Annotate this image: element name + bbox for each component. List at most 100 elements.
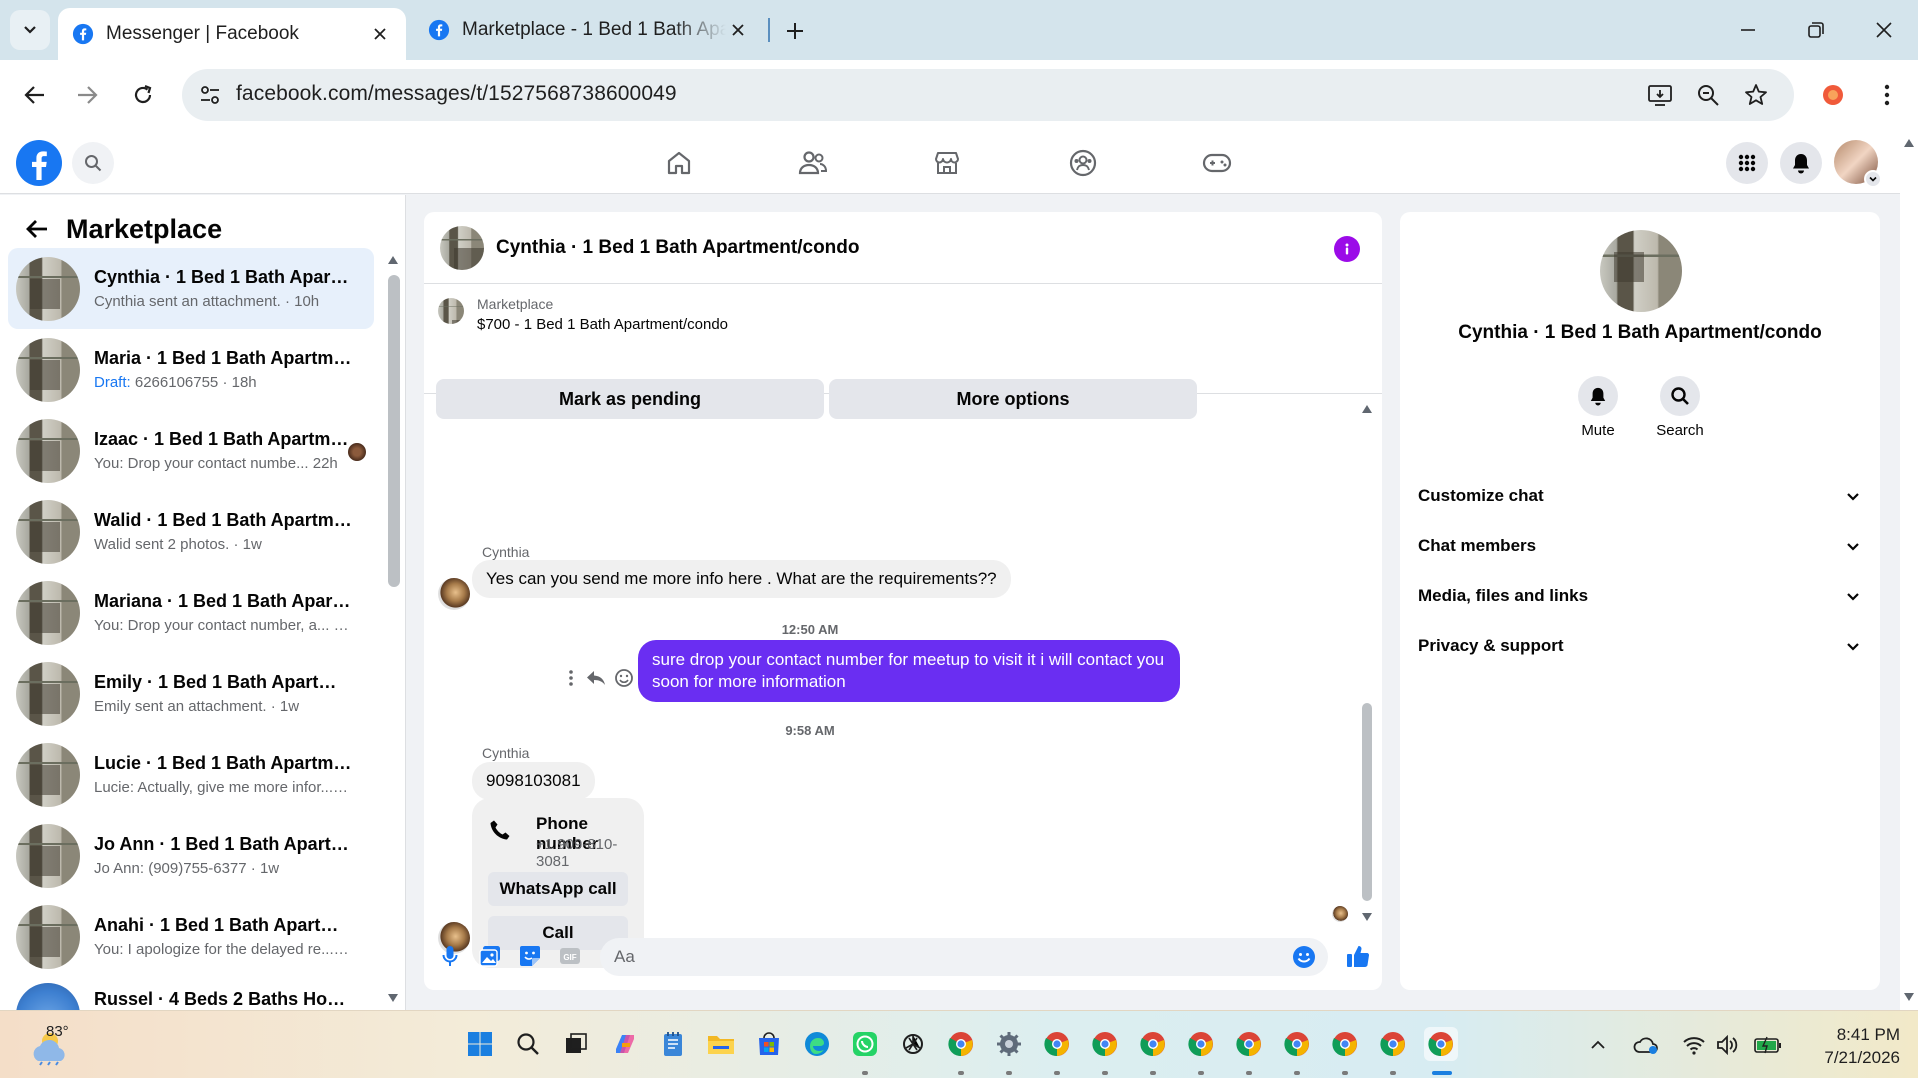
incoming-message[interactable]: 9098103081 [472, 762, 595, 800]
incoming-message[interactable]: Yes can you send me more info here . Wha… [472, 560, 1011, 598]
nav-friends[interactable] [758, 138, 868, 188]
chrome-icon-active[interactable] [1424, 1027, 1458, 1061]
conversation-info-button[interactable] [1334, 236, 1360, 262]
show-hidden-icons-chevron-up-icon[interactable] [1584, 1031, 1612, 1059]
battery-charging-icon[interactable] [1754, 1031, 1782, 1059]
conversation-item[interactable]: Russel · 4 Beds 2 Baths House [8, 977, 374, 1010]
info-avatar[interactable] [1600, 230, 1682, 312]
whatsapp-call-button[interactable]: WhatsApp call [488, 872, 628, 906]
nav-gaming[interactable] [1162, 138, 1272, 188]
customize-chat-section[interactable]: Customize chat [1400, 472, 1880, 520]
conversation-item[interactable]: Jo Ann · 1 Bed 1 Bath Apartmen... Jo Ann… [8, 815, 374, 896]
react-emoji-icon[interactable] [612, 666, 636, 690]
mute-action[interactable]: Mute [1558, 376, 1638, 439]
conversation-item[interactable]: Emily · 1 Bed 1 Bath Apartment/... Emily… [8, 653, 374, 734]
chatgpt-icon[interactable] [896, 1027, 930, 1061]
sidebar-scrollbar-thumb[interactable] [388, 275, 400, 587]
listing-title[interactable]: $700 - 1 Bed 1 Bath Apartment/condo [477, 316, 728, 333]
restore-button[interactable] [1786, 10, 1846, 50]
chat-scrollbar-thumb[interactable] [1362, 703, 1372, 901]
notifications-button[interactable] [1780, 142, 1822, 184]
onedrive-icon[interactable] [1632, 1031, 1660, 1059]
back-button[interactable] [14, 74, 56, 116]
account-dropdown-icon[interactable] [1864, 170, 1882, 188]
chrome-icon[interactable] [1088, 1027, 1122, 1061]
search-action[interactable]: Search [1640, 376, 1720, 439]
whatsapp-icon[interactable] [848, 1027, 882, 1061]
nav-home[interactable] [624, 138, 734, 188]
reload-button[interactable] [122, 74, 164, 116]
start-windows-icon[interactable] [463, 1027, 497, 1061]
microsoft-store-icon[interactable] [752, 1027, 786, 1061]
wifi-icon[interactable] [1680, 1031, 1708, 1059]
facebook-logo-icon[interactable] [16, 140, 62, 186]
zoom-icon[interactable] [1694, 81, 1722, 109]
back-arrow-icon[interactable] [22, 214, 52, 244]
chat-scroll-down[interactable] [1360, 910, 1374, 924]
chrome-icon[interactable] [1136, 1027, 1170, 1061]
conversation-item[interactable]: Anahi · 1 Bed 1 Bath Apartment... You: I… [8, 896, 374, 977]
system-clock[interactable]: 8:41 PM 7/21/2026 [1800, 1023, 1900, 1069]
conversation-item[interactable]: Lucie · 1 Bed 1 Bath Apartment/... Lucie… [8, 734, 374, 815]
forward-button[interactable] [66, 74, 108, 116]
settings-gear-icon[interactable] [992, 1027, 1026, 1061]
nav-groups[interactable] [1028, 138, 1138, 188]
chat-members-section[interactable]: Chat members [1400, 522, 1880, 570]
tab-search-button[interactable] [10, 10, 50, 50]
gif-icon[interactable]: GIF [556, 942, 584, 970]
chrome-icon[interactable] [1040, 1027, 1074, 1061]
emoji-picker-icon[interactable] [1290, 943, 1318, 971]
mute-button[interactable] [1578, 376, 1618, 416]
page-scrollbar[interactable] [1900, 130, 1918, 1010]
bookmark-star-icon[interactable] [1742, 81, 1770, 109]
nav-marketplace[interactable] [892, 138, 1002, 188]
chrome-icon[interactable] [1232, 1027, 1266, 1061]
chat-header-name[interactable]: Cynthia · 1 Bed 1 Bath Apartment/condo [496, 237, 860, 259]
file-explorer-icon[interactable] [704, 1027, 738, 1061]
menu-button[interactable] [1726, 142, 1768, 184]
chrome-icon[interactable] [1184, 1027, 1218, 1061]
install-app-icon[interactable] [1646, 81, 1674, 109]
message-input[interactable] [614, 938, 1274, 976]
conversation-item[interactable]: Mariana · 1 Bed 1 Bath Apartme... You: D… [8, 572, 374, 653]
search-in-conversation-button[interactable] [1660, 376, 1700, 416]
listing-thumbnail[interactable] [438, 298, 464, 324]
conversation-item[interactable]: Izaac · 1 Bed 1 Bath Apartme... You: Dro… [8, 410, 374, 491]
task-view-icon[interactable] [559, 1027, 593, 1061]
new-tab-button[interactable] [778, 14, 812, 48]
site-settings-icon[interactable] [196, 81, 224, 109]
media-files-links-section[interactable]: Media, files and links [1400, 572, 1880, 620]
chrome-icon[interactable] [944, 1027, 978, 1061]
extension-icon[interactable] [1818, 80, 1848, 110]
chrome-icon[interactable] [1328, 1027, 1362, 1061]
message-more-icon[interactable] [559, 666, 583, 690]
chrome-icon[interactable] [1376, 1027, 1410, 1061]
sidebar-scroll-up[interactable] [386, 253, 400, 267]
page-scroll-down[interactable] [1902, 990, 1916, 1004]
conversation-item[interactable]: Maria · 1 Bed 1 Bath Apartment... Draft:… [8, 329, 374, 410]
taskbar-search-icon[interactable] [511, 1027, 545, 1061]
tab-marketplace[interactable]: Marketplace - 1 Bed 1 Bath Apartment/con… [414, 8, 764, 52]
facebook-search-button[interactable] [72, 142, 114, 184]
page-scroll-up[interactable] [1902, 136, 1916, 150]
copilot-icon[interactable] [608, 1027, 642, 1061]
tab-messenger[interactable]: Messenger | Facebook [58, 8, 406, 60]
notepad-icon[interactable] [656, 1027, 690, 1061]
tab-close-icon[interactable] [368, 22, 392, 46]
sticker-icon[interactable] [516, 942, 544, 970]
privacy-support-section[interactable]: Privacy & support [1400, 622, 1880, 670]
chat-scroll-up[interactable] [1360, 402, 1374, 416]
address-bar[interactable]: facebook.com/messages/t/1527568738600049 [182, 69, 1794, 121]
volume-icon[interactable] [1714, 1031, 1742, 1059]
tab-close-icon[interactable] [726, 18, 750, 42]
outgoing-message[interactable]: sure drop your contact number for meetup… [638, 640, 1180, 702]
minimize-button[interactable] [1718, 10, 1778, 50]
like-thumbs-up-icon[interactable] [1344, 942, 1372, 970]
chat-header-avatar[interactable] [440, 226, 484, 270]
reply-icon[interactable] [584, 666, 608, 690]
browser-menu-icon[interactable] [1872, 80, 1902, 110]
edge-browser-icon[interactable] [800, 1027, 834, 1061]
conversation-item[interactable]: Walid · 1 Bed 1 Bath Apartment... Walid … [8, 491, 374, 572]
chrome-icon[interactable] [1280, 1027, 1314, 1061]
attach-photo-icon[interactable] [476, 942, 504, 970]
